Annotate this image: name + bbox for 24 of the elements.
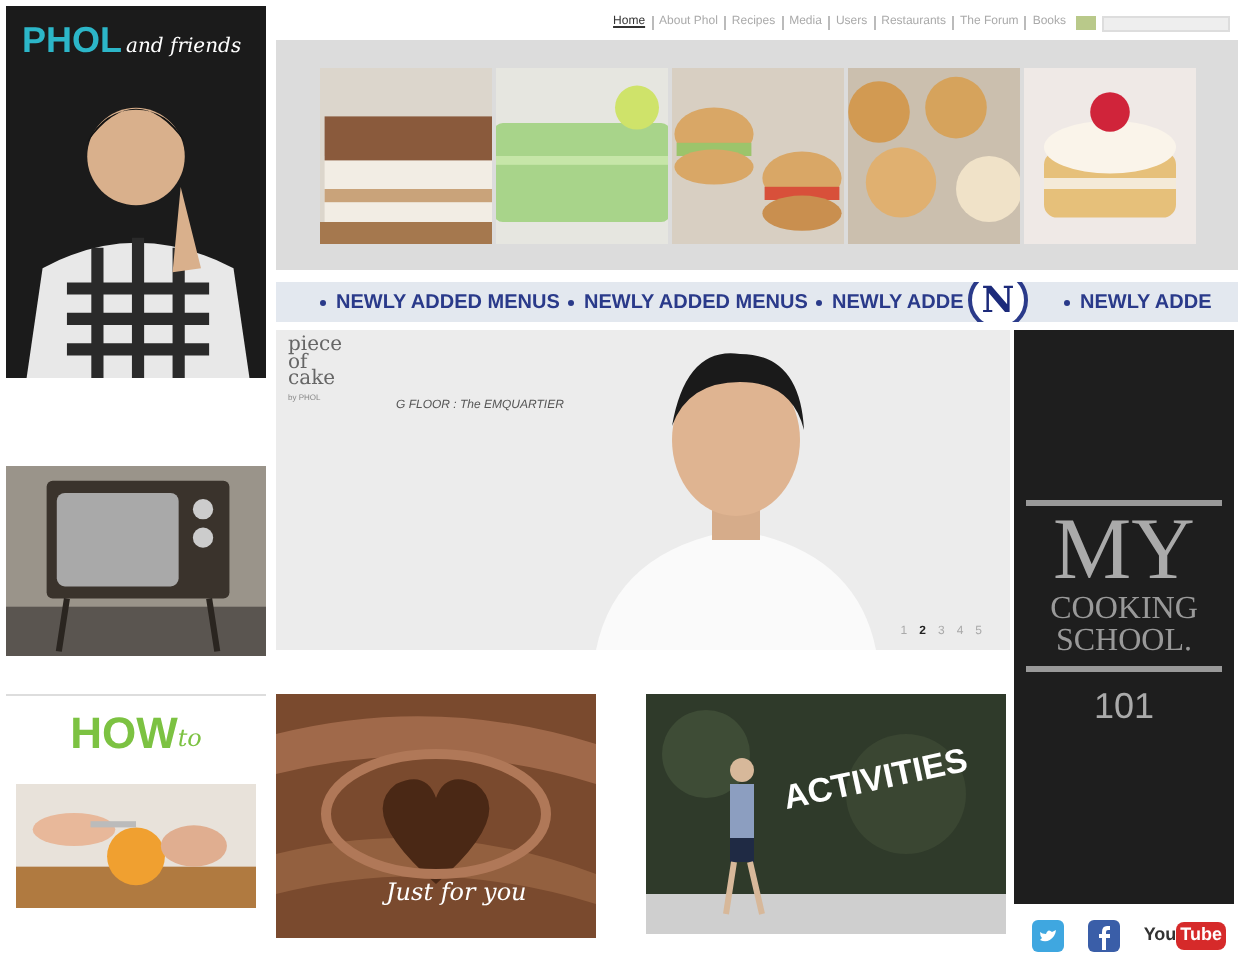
cake-logo-word: of	[288, 355, 309, 372]
bullet-icon	[320, 299, 326, 305]
bullet-icon	[1064, 299, 1070, 305]
school-line: SCHOOL.	[1055, 626, 1192, 658]
logo-text: PHOL	[22, 18, 123, 64]
bullet-icon	[568, 299, 574, 305]
logo-script: and friends	[126, 34, 242, 62]
bird-icon[interactable]	[1031, 920, 1064, 952]
school-title: MY	[1053, 506, 1195, 594]
cake-logo-word: piece	[288, 338, 343, 355]
new-badge: N	[968, 282, 1028, 322]
ticker-item[interactable]: NEWLY ADDED MENUS	[584, 287, 808, 317]
school-line: COOKING	[1050, 594, 1198, 626]
ticker-item[interactable]: NEWLY ADDE	[1080, 287, 1212, 317]
ticker-item[interactable]: NEWLY ADDED MENUS	[336, 287, 560, 317]
howto-script: to	[177, 724, 202, 756]
chocolate-script: Just for you	[386, 876, 527, 910]
bullet-icon	[816, 299, 822, 305]
ticker-item[interactable]: NEWLY ADDE	[832, 287, 964, 317]
school-number: 101	[1093, 684, 1155, 730]
facebook-icon[interactable]	[1087, 920, 1120, 952]
howto-title: HOW	[70, 712, 178, 756]
cake-logo-word: cake	[288, 372, 338, 389]
search-field[interactable]	[1102, 15, 1230, 31]
